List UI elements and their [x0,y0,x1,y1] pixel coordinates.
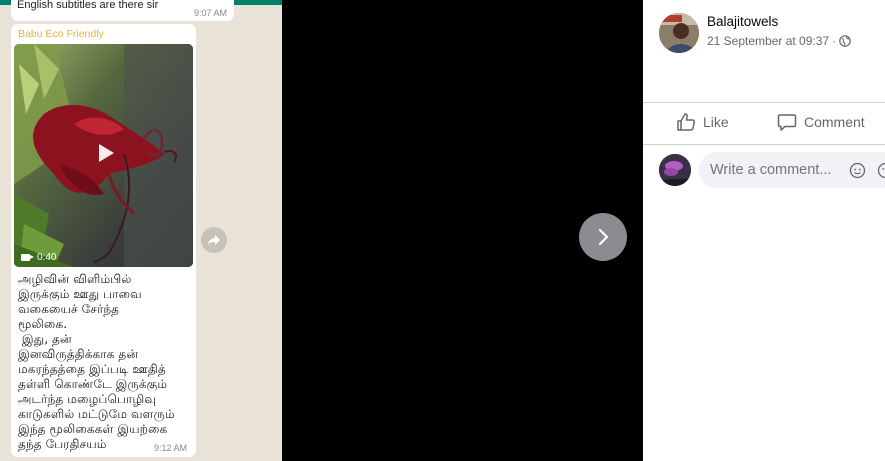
previous-message-text: English subtitles are there sir [17,0,159,11]
message-line: மகரந்தத்தை இப்படி ஊதித் [18,362,166,376]
comment-icon [777,114,797,131]
comment-button[interactable]: Comment [777,112,865,132]
video-camera-icon [21,254,34,261]
author-avatar[interactable] [659,13,699,53]
like-label: Like [703,114,729,130]
divider [643,144,885,145]
photo-viewer: English subtitles are there sir 9:07 AM … [0,0,885,461]
post-author-name[interactable]: Balajitowels [707,14,778,29]
avatar-sticker-icon[interactable] [849,162,866,179]
chevron-right-icon [598,228,609,246]
message-line: இது, தன் [18,332,72,346]
post-details-panel: Balajitowels 21 September at 09:37 · Lik… [643,0,885,461]
previous-message-time: 9:07 AM [193,8,227,18]
message-line: மூலிகை. [18,317,68,331]
post-meta: 21 September at 09:37 · [707,34,851,48]
whatsapp-screenshot-image: English subtitles are there sir 9:07 AM … [0,0,282,461]
like-button[interactable]: Like [676,112,729,132]
globe-icon [839,35,851,47]
forward-icon [201,227,227,253]
divider [643,102,885,103]
thumbs-up-icon [677,113,696,131]
comment-box [699,152,885,188]
post-timestamp[interactable]: 21 September at 09:37 [707,34,829,48]
meta-separator: · [832,34,837,48]
message-line: இருக்கும் ஊது பாவை [18,287,142,301]
message-time: 9:12 AM [153,443,187,453]
video-duration-text: 0:40 [37,252,57,263]
sender-name: Babu Eco Friendly [18,28,104,40]
next-photo-button[interactable] [579,213,627,261]
message-line: வகையைச் சேர்ந்த [18,302,120,316]
message-line: இந்த மூலிகைகள் இயற்கை [18,422,168,436]
media-viewer: English subtitles are there sir 9:07 AM … [0,0,643,461]
message-line: அழிவின் விளிம்பில் [18,272,132,286]
message-bubble: Babu Eco Friendly 0:40 அழிவின் விளிம்பில… [11,24,196,457]
message-line: காடுகளில் மட்டுமே வளரும் [18,407,175,421]
previous-message-bubble: English subtitles are there sir 9:07 AM [11,0,234,21]
message-line: அடர்ந்த மழைப்பொழிவு [18,392,157,406]
video-thumbnail: 0:40 [14,44,193,267]
comment-input[interactable] [710,162,840,178]
emoji-icon[interactable] [877,162,885,179]
message-text: அழிவின் விளிம்பில் இருக்கும் ஊது பாவை வக… [18,272,190,452]
message-line: இனவிருத்திக்காக தன் [18,347,139,361]
comment-label: Comment [804,114,865,130]
video-duration: 0:40 [21,252,56,263]
current-user-avatar[interactable] [659,154,691,186]
play-icon[interactable] [92,140,118,166]
message-line: தள்ளி கொண்டே இருக்கும் [18,377,168,391]
